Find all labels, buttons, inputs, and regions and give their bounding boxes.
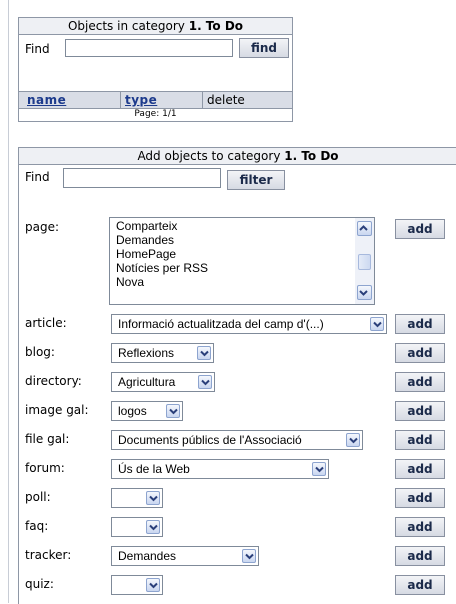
- chevron-down-icon[interactable]: [166, 404, 180, 418]
- chevron-down-icon[interactable]: [146, 578, 160, 592]
- chevron-down-icon[interactable]: [370, 317, 384, 331]
- directory-label: directory:: [25, 374, 82, 388]
- chevron-down-icon[interactable]: [198, 375, 212, 389]
- blog-label: blog:: [25, 345, 55, 359]
- objects-panel-title: Objects in category 1. To Do: [19, 18, 292, 35]
- add-objects-panel: Add objects to category 1. To Do Find fi…: [18, 147, 456, 604]
- scroll-down-icon[interactable]: [357, 285, 372, 300]
- add-page-button[interactable]: add: [395, 219, 445, 239]
- page-option[interactable]: Comparteix: [116, 219, 177, 233]
- poll-select[interactable]: [111, 488, 163, 508]
- page-option[interactable]: Nova: [116, 275, 144, 289]
- pagination-info: Page: 1/1: [134, 109, 177, 119]
- objects-panel-category: 1. To Do: [188, 19, 244, 33]
- forum-select[interactable]: Ús de la Web: [111, 459, 329, 479]
- add-find-label: Find: [25, 170, 50, 184]
- directory-select[interactable]: Agricultura: [111, 372, 215, 392]
- type-column-header[interactable]: type: [125, 92, 157, 108]
- directory-selected-value: Agricultura: [118, 375, 176, 389]
- add-faq-button[interactable]: add: [395, 517, 445, 537]
- faq-label: faq:: [25, 519, 49, 533]
- add-file-gal-button[interactable]: add: [395, 430, 445, 450]
- page-label: page:: [25, 220, 60, 234]
- add-forum-button[interactable]: add: [395, 459, 445, 479]
- objects-table-header: name type delete: [19, 91, 292, 109]
- find-button[interactable]: find: [239, 38, 289, 58]
- scroll-up-icon[interactable]: [357, 221, 372, 236]
- tracker-selected-value: Demandes: [118, 549, 177, 563]
- filter-button[interactable]: filter: [227, 170, 285, 190]
- objects-find-input[interactable]: [65, 39, 233, 57]
- objects-find-row: Find find: [19, 36, 292, 90]
- chevron-down-icon[interactable]: [146, 520, 160, 534]
- chevron-down-icon[interactable]: [146, 491, 160, 505]
- objects-find-label: Find: [25, 42, 50, 56]
- objects-in-category-panel: Objects in category 1. To Do Find find n…: [18, 17, 293, 122]
- page-listbox-scrollbar[interactable]: [355, 218, 374, 304]
- add-quiz-button[interactable]: add: [395, 575, 445, 595]
- image-gal-label: image gal:: [25, 403, 89, 417]
- quiz-label: quiz:: [25, 577, 54, 591]
- add-directory-button[interactable]: add: [395, 372, 445, 392]
- faq-select[interactable]: [111, 517, 163, 537]
- add-blog-button[interactable]: add: [395, 343, 445, 363]
- page-option[interactable]: Notícies per RSS: [116, 261, 208, 275]
- article-label: article:: [25, 316, 67, 330]
- objects-panel-title-text: Objects in category: [67, 19, 189, 33]
- add-panel-category: 1. To Do: [284, 149, 339, 163]
- article-select[interactable]: Informació actualitzada del camp d'(...): [111, 314, 387, 334]
- add-image-gal-button[interactable]: add: [395, 401, 445, 421]
- page-option[interactable]: HomePage: [116, 247, 176, 261]
- forum-selected-value: Ús de la Web: [118, 462, 190, 476]
- image-gal-selected-value: logos: [118, 404, 147, 418]
- page-option[interactable]: Demandes: [116, 233, 174, 247]
- chevron-down-icon[interactable]: [312, 462, 326, 476]
- add-panel-title-text: Add objects to category: [137, 149, 285, 163]
- column-divider: [120, 92, 121, 108]
- quiz-select[interactable]: [111, 575, 163, 595]
- blog-selected-value: Reflexions: [118, 346, 175, 360]
- image-gal-select[interactable]: logos: [111, 401, 183, 421]
- chevron-down-icon[interactable]: [346, 433, 360, 447]
- delete-column-header: delete: [207, 93, 245, 107]
- chevron-down-icon[interactable]: [197, 346, 211, 360]
- add-panel-title: Add objects to category 1. To Do: [19, 148, 456, 165]
- add-tracker-button[interactable]: add: [395, 546, 445, 566]
- add-find-input[interactable]: [63, 168, 221, 188]
- file-gal-selected-value: Documents públics de l'Associació: [118, 433, 302, 447]
- add-article-button[interactable]: add: [395, 314, 445, 334]
- page-listbox[interactable]: Comparteix Demandes HomePage Notícies pe…: [109, 217, 375, 305]
- column-divider: [202, 92, 203, 108]
- tracker-select[interactable]: Demandes: [111, 546, 259, 566]
- file-gal-select[interactable]: Documents públics de l'Associació: [111, 430, 363, 450]
- tracker-label: tracker:: [25, 548, 72, 562]
- scroll-thumb-icon[interactable]: [358, 254, 371, 270]
- article-selected-value: Informació actualitzada del camp d'(...): [118, 317, 324, 331]
- poll-label: poll:: [25, 490, 51, 504]
- name-column-header[interactable]: name: [27, 92, 66, 108]
- chevron-down-icon[interactable]: [242, 549, 256, 563]
- blog-select[interactable]: Reflexions: [111, 343, 214, 363]
- left-frame-divider: [8, 0, 9, 603]
- file-gal-label: file gal:: [25, 432, 70, 446]
- forum-label: forum:: [25, 461, 65, 475]
- add-poll-button[interactable]: add: [395, 488, 445, 508]
